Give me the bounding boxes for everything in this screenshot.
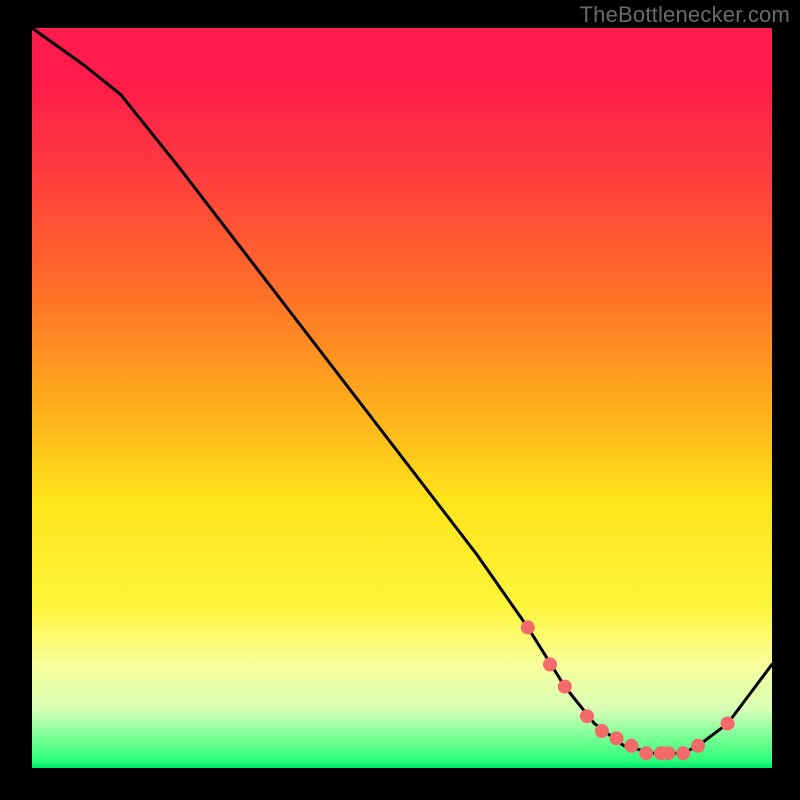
curve-marker — [624, 739, 638, 753]
curve-marker — [580, 709, 594, 723]
watermark-text: TheBottlenecker.com — [580, 2, 790, 28]
curve-marker — [639, 746, 653, 760]
curve-layer — [32, 28, 772, 768]
curve-marker — [558, 680, 572, 694]
curve-marker — [543, 657, 557, 671]
curve-marker — [721, 717, 735, 731]
curve-marker — [610, 731, 624, 745]
plot-area — [32, 28, 772, 768]
curve-marker — [676, 746, 690, 760]
curve-marker — [661, 746, 675, 760]
curve-markers — [521, 620, 735, 760]
bottleneck-curve — [32, 28, 772, 753]
curve-marker — [521, 620, 535, 634]
curve-marker — [691, 739, 705, 753]
curve-marker — [595, 724, 609, 738]
chart-frame: TheBottlenecker.com — [0, 0, 800, 800]
